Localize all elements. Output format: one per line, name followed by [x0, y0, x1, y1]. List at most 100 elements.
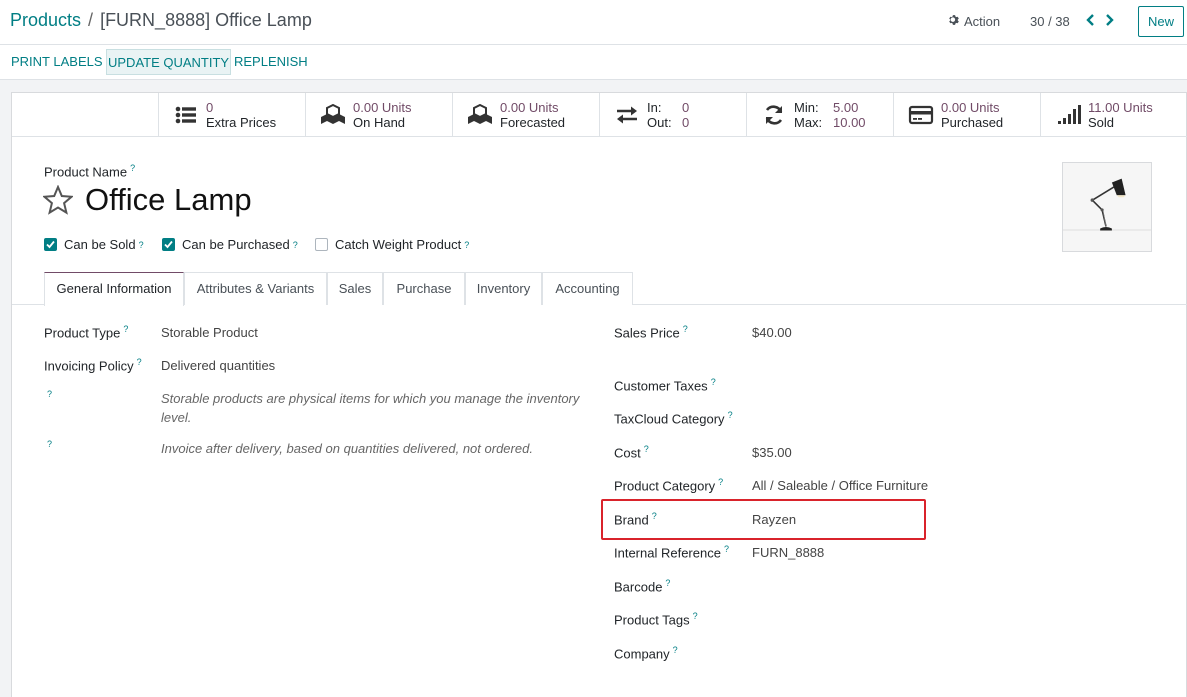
extra-prices-smart-button[interactable]: 0 Extra Prices [158, 93, 305, 136]
storable-help-text: Storable products are physical items for… [161, 391, 580, 425]
min-label: Min: [794, 100, 819, 115]
can-be-sold-checkbox[interactable]: Can be Sold? [44, 237, 144, 252]
pager-previous-button[interactable] [1083, 12, 1097, 28]
out-value: 0 [682, 115, 690, 130]
product-category-field[interactable]: All / Saleable / Office Furniture [752, 478, 928, 493]
help-tooltip-icon[interactable]: ? [130, 163, 135, 173]
cubes-icon [320, 103, 346, 126]
catch-weight-checkbox[interactable]: Catch Weight Product? [315, 237, 469, 252]
help-tooltip-icon[interactable]: ? [665, 578, 670, 588]
tab-purchase[interactable]: Purchase [383, 272, 465, 305]
taxcloud-category-label: TaxCloud Category? [614, 410, 733, 427]
help-tooltip-icon[interactable]: ? [693, 611, 698, 621]
help-tooltip-icon[interactable]: ? [47, 439, 52, 449]
out-label: Out: [647, 115, 672, 130]
help-tooltip-icon[interactable]: ? [137, 357, 142, 367]
replenish-button[interactable]: REPLENISH [233, 49, 309, 75]
gear-icon [948, 14, 960, 29]
extra-prices-value: 0 [206, 100, 214, 115]
sales-price-label: Sales Price? [614, 324, 688, 341]
help-tooltip-icon[interactable]: ? [652, 511, 657, 521]
cost-label: Cost? [614, 444, 649, 461]
internal-reference-field[interactable]: FURN_8888 [752, 545, 824, 560]
action-label: Action [964, 14, 1001, 29]
header-button-bar: PRINT LABELS UPDATE QUANTITY REPLENISH [0, 45, 1187, 80]
tab-attributes-variants[interactable]: Attributes & Variants [184, 272, 327, 305]
can-be-sold-label: Can be Sold [64, 237, 136, 252]
product-name-label: Product Name? [44, 163, 136, 180]
product-type-label: Product Type? [44, 324, 129, 341]
pager-value[interactable]: 30 / 38 [1030, 14, 1070, 29]
invoicing-policy-field[interactable]: Delivered quantities [161, 358, 275, 373]
product-category-label: Product Category? [614, 477, 724, 494]
update-quantity-button[interactable]: UPDATE QUANTITY [106, 49, 232, 75]
forecasted-smart-button[interactable]: 0.00 Units Forecasted [452, 93, 599, 136]
action-menu-button[interactable]: Action [948, 14, 1000, 29]
exchange-icon [614, 104, 640, 126]
min-max-smart-button[interactable]: Min: 5.00 Max: 10.00 [746, 93, 893, 136]
tab-sales[interactable]: Sales [327, 272, 383, 305]
tab-inventory[interactable]: Inventory [465, 272, 542, 305]
can-be-purchased-label: Can be Purchased [182, 237, 290, 252]
brand-label: Brand? [614, 511, 657, 528]
help-tooltip-icon[interactable]: ? [139, 240, 144, 250]
checkbox-checked-icon[interactable] [44, 238, 57, 251]
checkbox-unchecked-icon[interactable] [315, 238, 328, 251]
tab-general-information[interactable]: General Information [44, 272, 184, 306]
list-icon [173, 104, 199, 126]
customer-taxes-label: Customer Taxes? [614, 377, 716, 394]
on-hand-value: 0.00 Units [353, 100, 412, 115]
sold-label: Sold [1088, 115, 1115, 130]
help-tooltip-icon[interactable]: ? [123, 324, 128, 334]
in-value: 0 [682, 100, 690, 115]
forecasted-value: 0.00 Units [500, 100, 559, 115]
barcode-label: Barcode? [614, 578, 671, 595]
sales-price-field[interactable]: $40.00 [752, 325, 792, 340]
max-value: 10.00 [833, 115, 866, 130]
help-tooltip-icon[interactable]: ? [683, 324, 688, 334]
cost-field[interactable]: $35.00 [752, 445, 792, 460]
brand-field[interactable]: Rayzen [752, 512, 796, 527]
desk-lamp-image [1063, 178, 1151, 231]
signal-icon [1055, 104, 1081, 126]
max-label: Max: [794, 115, 823, 130]
checkbox-checked-icon[interactable] [162, 238, 175, 251]
notebook-tabs: General Information Attributes & Variant… [12, 272, 1187, 306]
company-label: Company? [614, 645, 678, 662]
favorite-star-icon[interactable] [42, 184, 74, 215]
help-tooltip-icon[interactable]: ? [728, 410, 733, 420]
min-value: 5.00 [833, 100, 859, 115]
product-image[interactable] [1062, 162, 1152, 252]
help-tooltip-icon[interactable]: ? [464, 240, 469, 250]
sold-smart-button[interactable]: 11.00 Units Sold [1040, 93, 1187, 136]
smart-buttons-row: 0 Extra Prices 0.00 Units On Hand 0.00 Uni… [12, 93, 1187, 137]
help-tooltip-icon[interactable]: ? [293, 240, 298, 250]
invoicing-policy-label: Invoicing Policy? [44, 357, 142, 374]
help-tooltip-icon[interactable]: ? [718, 477, 723, 487]
catch-weight-label: Catch Weight Product [335, 237, 462, 252]
form-sheet: 0 Extra Prices 0.00 Units On Hand 0.00 Uni… [11, 92, 1187, 697]
on-hand-label: On Hand [353, 115, 406, 130]
can-be-purchased-checkbox[interactable]: Can be Purchased? [162, 237, 298, 252]
in-out-smart-button[interactable]: In: 0 Out: 0 [599, 93, 746, 136]
help-tooltip-icon[interactable]: ? [724, 544, 729, 554]
new-button[interactable]: New [1138, 6, 1184, 37]
product-type-field[interactable]: Storable Product [161, 325, 258, 340]
forecasted-label: Forecasted [500, 115, 566, 130]
product-name-field[interactable]: Office Lamp [85, 182, 252, 218]
product-tags-label: Product Tags? [614, 611, 698, 628]
breadcrumb: Products / [FURN_8888] Office Lamp [10, 10, 312, 31]
on-hand-smart-button[interactable]: 0.00 Units On Hand [305, 93, 452, 136]
tab-accounting[interactable]: Accounting [542, 272, 633, 305]
control-panel: Products / [FURN_8888] Office Lamp Action … [0, 0, 1187, 45]
refresh-icon [761, 104, 787, 126]
help-tooltip-icon[interactable]: ? [673, 645, 678, 655]
help-tooltip-icon[interactable]: ? [644, 444, 649, 454]
help-tooltip-icon[interactable]: ? [711, 377, 716, 387]
cubes-icon [467, 103, 493, 126]
breadcrumb-products-link[interactable]: Products [10, 10, 81, 30]
pager-next-button[interactable] [1103, 12, 1117, 28]
purchased-smart-button[interactable]: 0.00 Units Purchased [893, 93, 1040, 136]
print-labels-button[interactable]: PRINT LABELS [10, 49, 104, 75]
help-tooltip-icon[interactable]: ? [47, 389, 52, 399]
